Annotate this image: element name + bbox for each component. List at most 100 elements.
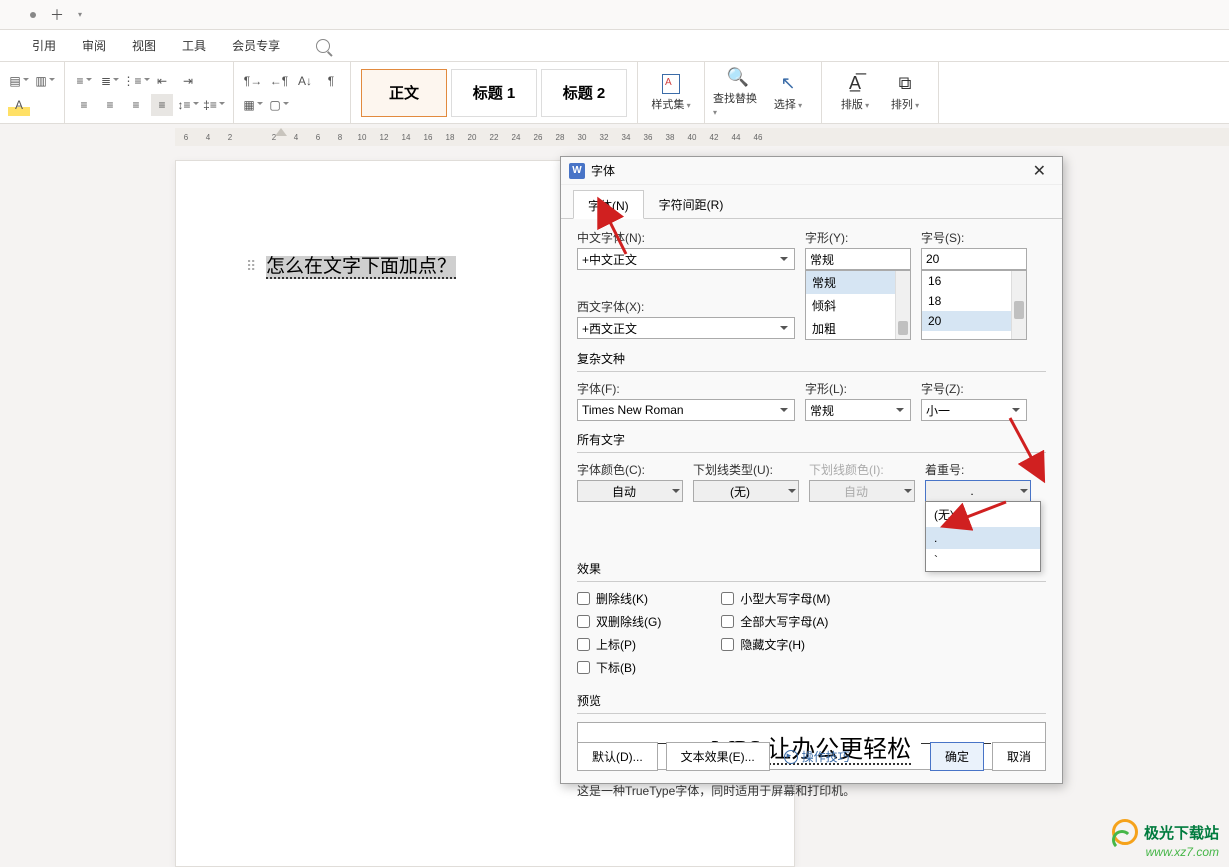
effect-double-strike[interactable]: 双删除线(G)	[577, 613, 661, 630]
tab-bar: ＋ ▾	[0, 0, 1229, 30]
chevron-down-icon[interactable]	[788, 486, 796, 497]
tab-caret-icon[interactable]: ▾	[78, 10, 82, 19]
cancel-button[interactable]: 取消	[992, 742, 1046, 771]
dialog-titlebar[interactable]: W 字体 ✕	[561, 157, 1062, 185]
align-left-button[interactable]: ≡	[73, 94, 95, 116]
ltr-button[interactable]: ¶→	[242, 70, 264, 92]
west-font-combo[interactable]: +西文正文	[577, 317, 795, 339]
tutorial-arrow-1	[596, 204, 636, 267]
complex-font-combo[interactable]: Times New Roman	[577, 399, 795, 421]
styleset-icon	[662, 74, 680, 94]
layout-button[interactable]: A̲̅ 排版	[830, 64, 880, 122]
font-color-combo[interactable]: 自动	[577, 480, 683, 502]
default-button[interactable]: 默认(D)...	[577, 742, 658, 771]
menu-references[interactable]: 引用	[32, 37, 56, 54]
sort-button[interactable]: A↓	[294, 70, 316, 92]
layout-icon: A̲̅	[849, 73, 861, 94]
menu-member[interactable]: 会员专享	[232, 37, 280, 54]
chevron-down-icon[interactable]	[672, 486, 680, 497]
watermark: 极光下载站 www.xz7.com	[1112, 819, 1219, 859]
horizontal-ruler: 6422468101214161820222426283032343638404…	[0, 128, 1229, 146]
effect-smallcaps[interactable]: 小型大写字母(M)	[721, 590, 830, 607]
complex-style-combo[interactable]: 常规	[805, 399, 911, 421]
find-replace-button[interactable]: 🔍 查找替换	[713, 64, 763, 122]
chevron-down-icon[interactable]	[892, 402, 908, 418]
spacing-menu[interactable]: ‡≡	[203, 94, 225, 116]
find-icon: 🔍	[727, 67, 749, 88]
complex-font-label: 字体(F):	[577, 380, 795, 397]
size-input[interactable]: 20	[921, 248, 1027, 270]
indent-increase-button[interactable]: ▥	[34, 70, 56, 92]
arrange-icon: ⧉	[899, 73, 912, 94]
select-label: 选择	[774, 96, 802, 112]
layout-label: 排版	[841, 96, 869, 112]
watermark-logo-icon	[1112, 819, 1138, 845]
paragraph-handle-icon[interactable]: ⠿	[246, 258, 256, 275]
tips-link[interactable]: 操作技巧	[784, 748, 850, 765]
indent-decrease-button[interactable]: ▤	[8, 70, 30, 92]
bullets-button[interactable]: ≡	[73, 70, 95, 92]
underline-color-combo: 自动	[809, 480, 915, 502]
style-label: 字形(Y):	[805, 229, 911, 246]
rtl-button[interactable]: ←¶	[268, 70, 290, 92]
highlight-button[interactable]: A	[8, 94, 30, 116]
size-list[interactable]: 16 18 20	[921, 270, 1027, 340]
arrange-button[interactable]: ⧉ 排列	[880, 64, 930, 122]
style-input[interactable]: 常规	[805, 248, 911, 270]
ok-button[interactable]: 确定	[930, 742, 984, 771]
select-button[interactable]: ↖ 选择	[763, 64, 813, 122]
close-button[interactable]: ✕	[1025, 161, 1054, 181]
tutorial-arrow-2	[1000, 412, 1050, 485]
style-set-button[interactable]: 样式集	[646, 64, 696, 122]
watermark-url: www.xz7.com	[1146, 845, 1219, 859]
tab-spacing[interactable]: 字符间距(R)	[644, 189, 739, 218]
chevron-down-icon[interactable]	[776, 251, 792, 267]
align-center-button[interactable]: ≡	[99, 94, 121, 116]
underline-combo[interactable]: (无)	[693, 480, 799, 502]
style-heading1[interactable]: 标题 1	[451, 69, 537, 117]
line-spacing-button[interactable]: ↕≡	[177, 94, 199, 116]
borders-button[interactable]: ▢	[268, 94, 290, 116]
alltext-section-label: 所有文字	[577, 431, 1046, 448]
text-effect-button[interactable]: 文本效果(E)...	[666, 742, 770, 771]
search-icon[interactable]	[316, 39, 330, 53]
effect-subscript[interactable]: 下标(B)	[577, 659, 661, 676]
style-heading2[interactable]: 标题 2	[541, 69, 627, 117]
effect-hidden[interactable]: 隐藏文字(H)	[721, 636, 830, 653]
menu-bar: 引用 审阅 视图 工具 会员专享	[0, 30, 1229, 62]
complex-style-label: 字形(L):	[805, 380, 911, 397]
menu-view[interactable]: 视图	[132, 37, 156, 54]
multilevel-button[interactable]: ⋮≡	[125, 70, 147, 92]
dialog-tabs: 字体(N) 字符间距(R)	[561, 189, 1062, 219]
menu-review[interactable]: 审阅	[82, 37, 106, 54]
align-justify-button[interactable]: ≡	[151, 94, 173, 116]
style-set-label: 样式集	[651, 96, 690, 112]
tutorial-arrow-3	[946, 498, 1016, 541]
chevron-down-icon[interactable]	[1020, 486, 1028, 497]
shading-button[interactable]: ▦	[242, 94, 264, 116]
complex-size-label: 字号(Z):	[921, 380, 1027, 397]
show-marks-button[interactable]: ¶	[320, 70, 342, 92]
cursor-icon: ↖	[780, 73, 795, 94]
west-font-label: 西文字体(X):	[577, 298, 795, 315]
effect-superscript[interactable]: 上标(P)	[577, 636, 661, 653]
outdent-button[interactable]: ⇤	[151, 70, 173, 92]
style-normal[interactable]: 正文	[361, 69, 447, 117]
chevron-down-icon[interactable]	[776, 320, 792, 336]
emphasis-option-backtick[interactable]: `	[926, 549, 1040, 571]
align-right-button[interactable]: ≡	[125, 94, 147, 116]
document-text[interactable]: 怎么在文字下面加点？	[266, 251, 456, 278]
indent-button[interactable]: ⇥	[177, 70, 199, 92]
menu-tools[interactable]: 工具	[182, 37, 206, 54]
watermark-name: 极光下载站	[1144, 822, 1219, 843]
dialog-title: 字体	[591, 162, 615, 179]
ribbon-toolbar: ▤ ▥ A ≡ ≣ ⋮≡ ⇤ ⇥ ≡ ≡ ≡ ≡ ↕≡ ‡≡	[0, 62, 1229, 124]
effect-strike[interactable]: 删除线(K)	[577, 590, 661, 607]
numbering-button[interactable]: ≣	[99, 70, 121, 92]
style-list[interactable]: 常规 倾斜 加粗	[805, 270, 911, 340]
effect-allcaps[interactable]: 全部大写字母(A)	[721, 613, 830, 630]
indent-marker-icon[interactable]	[275, 126, 287, 138]
underline-label: 下划线类型(U):	[693, 461, 799, 478]
chevron-down-icon[interactable]	[776, 402, 792, 418]
new-tab-button[interactable]: ＋	[42, 3, 72, 27]
